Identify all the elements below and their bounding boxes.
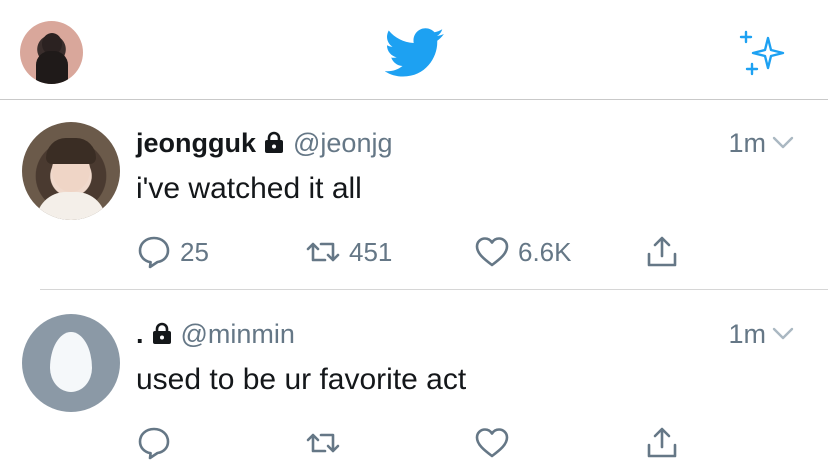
sparkle-icon[interactable] — [738, 30, 788, 78]
tweet-header: jeongguk @jeonjg — [136, 128, 392, 158]
tweet[interactable]: . @minmin 1m used to be ur favorite act — [0, 291, 828, 475]
tweet-text: used to be ur favorite act — [136, 363, 467, 396]
user-handle[interactable]: @jeonjg — [293, 128, 392, 159]
retweet-icon — [306, 433, 340, 453]
display-name[interactable]: . — [136, 319, 144, 350]
retweet-button[interactable] — [305, 423, 349, 463]
like-button[interactable]: 6.6K — [474, 232, 572, 272]
chevron-down-icon[interactable] — [772, 327, 794, 341]
reply-button[interactable]: 25 — [136, 232, 209, 272]
heart-icon — [475, 428, 509, 458]
chevron-down-icon[interactable] — [772, 136, 794, 150]
reply-icon — [138, 427, 170, 460]
share-button[interactable] — [644, 423, 680, 463]
heart-icon — [475, 237, 509, 267]
share-button[interactable] — [644, 232, 680, 272]
share-icon — [647, 427, 677, 458]
reply-count: 25 — [180, 236, 209, 267]
twitter-bird-icon — [385, 28, 444, 77]
like-count: 6.6K — [518, 236, 572, 267]
timeline-header — [0, 0, 828, 100]
tweet-actions — [0, 423, 828, 463]
reply-icon — [138, 236, 170, 269]
tweet[interactable]: jeongguk @jeonjg 1m i've watched it all … — [0, 100, 828, 290]
user-avatar[interactable] — [22, 122, 120, 220]
tweet-divider — [40, 289, 828, 290]
tweet-text: i've watched it all — [136, 172, 362, 205]
tweet-actions: 25 451 6.6K — [0, 232, 828, 272]
display-name[interactable]: jeongguk — [136, 128, 256, 159]
tweet-header: . @minmin — [136, 319, 295, 349]
reply-button[interactable] — [136, 423, 180, 463]
tweet-timestamp: 1m — [728, 128, 766, 158]
user-handle[interactable]: @minmin — [181, 319, 295, 350]
user-avatar[interactable] — [22, 314, 120, 412]
lock-icon — [265, 131, 283, 153]
tweet-timestamp: 1m — [728, 319, 766, 349]
retweet-icon — [306, 242, 340, 262]
retweet-count: 451 — [349, 236, 393, 267]
retweet-button[interactable]: 451 — [305, 232, 392, 272]
like-button[interactable] — [474, 423, 518, 463]
profile-avatar[interactable] — [20, 21, 83, 84]
share-icon — [647, 236, 677, 267]
lock-icon — [152, 322, 171, 344]
